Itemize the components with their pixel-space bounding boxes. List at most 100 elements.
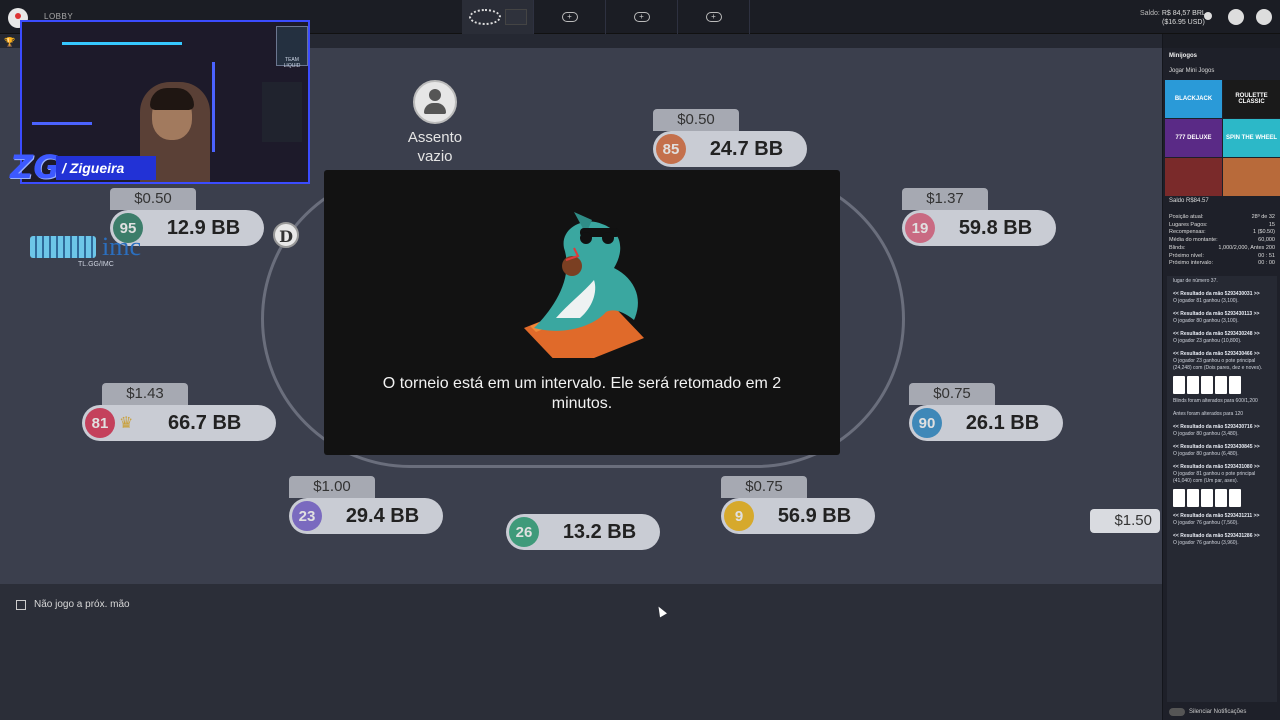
tournament-stats: Posição atual: 28º de 32 Lugares Pagos: 15… [1169,214,1275,268]
silence-label: Silenciar Notificações [1189,709,1247,715]
sidebar-balance: Saldo R$84.57 [1169,198,1209,204]
silence-notifications[interactable]: Silenciar Notificações [1169,708,1246,716]
player-number: 85 [656,134,686,164]
log-line: O jogador 81 ganhou o pote principal (41… [1173,471,1256,484]
tab-add-table-2[interactable]: + [606,0,678,34]
log-line: O jogador 80 ganhou (3,480). [1173,431,1239,437]
right-sidebar: Minijogos Jogar Mini Jogos BLACKJACK ROU… [1162,34,1280,720]
checkbox-icon[interactable] [16,599,26,610]
game-tile-live[interactable] [1223,158,1280,196]
player-stack: 24.7 BB [709,137,784,160]
log-line: O jogador 81 ganhou (3,100). [1173,298,1239,304]
bet-amount: $0.75 [721,476,807,498]
player-number: 90 [912,408,942,438]
game-tile-777[interactable]: 777 DELUXE [1165,119,1222,157]
sponsor-logo: imc TL.GG/IMC [30,232,165,270]
team-logo: TEAM LIQUID [276,26,308,69]
player-stack: 56.9 BB [777,504,852,527]
hand-cards [1173,376,1271,394]
log-hand-header: << Resultado da mão 5293430248 >> [1173,331,1260,337]
game-tile-wheel[interactable]: SPIN THE WHEEL [1223,119,1280,157]
stat-value: 00 : 00 [1258,260,1275,267]
break-modal: O torneio está em um intervalo. Ele será… [324,170,840,455]
stat-value: 28º de 32 [1251,214,1275,220]
player-stack: 13.2 BB [562,520,637,543]
stat-label: Próximo intervalo: [1169,260,1214,267]
hand-cards [1173,489,1271,507]
break-message: O torneio está em um intervalo. Ele será… [382,375,782,412]
stat-label: Recompensas: [1169,229,1206,236]
currency-icon[interactable] [1204,12,1212,20]
bet-amount: $0.50 [110,188,196,210]
tab-add-table-1[interactable]: + [534,0,606,34]
sponsor-url: TL.GG/IMC [78,261,114,268]
player-seat-hero[interactable]: 26 13.2 BB [506,514,660,550]
player-number: 9 [724,501,754,531]
player-number: 23 [292,501,322,531]
player-number: 81 [85,408,115,438]
log-hand-header: << Resultado da mão 5293430113 >> [1173,311,1260,317]
empty-seat[interactable]: Assento vazio [405,80,465,166]
log-hand-header: << Resultado da mão 5293431286 >> [1173,533,1260,539]
minigame-tiles: BLACKJACK ROULETTE CLASSIC 777 DELUXE SP… [1165,80,1280,196]
log-line: O jogador 76 ganhou (7,560). [1173,520,1239,526]
toggle-icon[interactable] [1169,708,1185,716]
table-icon [468,9,501,25]
shark-mascot-icon [524,212,644,358]
window-icon[interactable] [1228,9,1244,25]
log-line: Antes foram alterados para 120 [1173,411,1244,417]
tab-current-table[interactable] [462,0,534,34]
player-seat[interactable]: 19 59.8 BB [902,210,1056,246]
bet-amount: $0.75 [909,383,995,405]
bet-amount: $1.43 [102,383,188,405]
pot-amount: $1.50 [1090,509,1160,533]
streamer-name: / Zigueira [56,156,156,180]
stat-value: 60,000 [1258,237,1275,244]
bet-amount: $1.37 [902,188,988,210]
tab-add-table-3[interactable]: + [678,0,750,34]
player-stack: 59.8 BB [958,216,1033,239]
trophy-icon[interactable]: 🏆 [4,37,15,48]
sit-out-checkbox[interactable]: Não jogo a próx. mão [16,599,130,610]
log-line: lugar de número 37. [1173,278,1218,284]
player-number: 19 [905,213,935,243]
player-seat[interactable]: 85 24.7 BB [653,131,807,167]
player-seat[interactable]: 90 26.1 BB [909,405,1063,441]
balance-usd: ($16.95 USD) [1162,19,1205,26]
player-stack: 29.4 BB [345,504,420,527]
game-tile-roulette[interactable]: ROULETTE CLASSIC [1223,80,1280,118]
log-line: O jogador 80 ganhou (6,480). [1173,451,1239,457]
table-tabs: + + + [462,0,750,34]
player-stack: 66.7 BB [167,411,242,434]
dealer-button: D [273,222,299,248]
player-seat[interactable]: 81 ♛ 66.7 BB [82,405,276,441]
user-icon [413,80,457,124]
game-tile-blackjack[interactable]: BLACKJACK [1165,80,1222,118]
log-hand-header: << Resultado da mão 5293430466 >> [1173,351,1260,357]
stat-label: Lugares Pagos: [1169,221,1208,228]
log-line: Blinds foram alterados para 600/1,200 [1173,398,1258,404]
game-tile-roulette-live[interactable] [1165,158,1222,196]
log-hand-header: << Resultado da mão 5293430845 >> [1173,444,1260,450]
minigames-title: Minijogos [1169,53,1197,59]
layout-icon [504,9,527,25]
add-table-icon: + [561,12,578,22]
sit-out-label: Não jogo a próx. mão [34,599,130,610]
streamer-nametag: ZG / Zigueira [10,148,160,188]
sponsor-name: imc [102,232,141,261]
menu-icon[interactable] [1256,9,1272,25]
play-minigames-link[interactable]: Jogar Mini Jogos [1169,68,1214,74]
crown-icon: ♛ [119,415,134,432]
player-seat[interactable]: 23 29.4 BB [289,498,443,534]
hand-history-log[interactable]: lugar de número 37. << Resultado da mão … [1167,276,1277,702]
bet-amount: $0.50 [653,109,739,131]
log-hand-header: << Resultado da mão 5293430716 >> [1173,424,1260,430]
streamer-logo: ZG [10,148,60,186]
add-table-icon: + [705,12,722,22]
player-seat[interactable]: 9 56.9 BB [721,498,875,534]
stat-value: 00 : 51 [1258,252,1275,259]
log-line: O jogador 80 ganhou (3,100). [1173,318,1239,324]
player-number: 26 [509,517,539,547]
stat-value: 15 [1268,221,1275,228]
log-hand-header: << Resultado da mão 5293431211 >> [1173,513,1260,519]
